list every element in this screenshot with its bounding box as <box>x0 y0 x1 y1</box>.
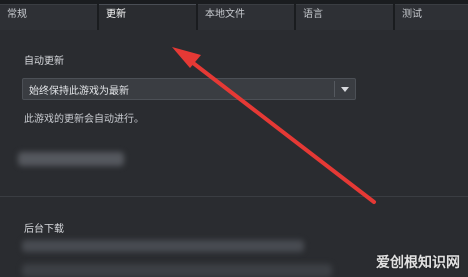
tab-betas[interactable]: 测试 <box>395 4 468 30</box>
background-download-heading: 后台下载 <box>24 224 64 235</box>
blurred-content <box>18 152 124 166</box>
auto-update-select[interactable]: 始终保持此游戏为最新 <box>22 78 356 100</box>
watermark: 爱创根知识网 <box>376 255 460 271</box>
tab-updates[interactable]: 更新 <box>99 4 196 31</box>
section-divider <box>0 196 468 197</box>
chevron-down-icon[interactable] <box>335 79 355 99</box>
steam-properties-window: 常规 更新 本地文件 语言 测试 自动更新 始终保持此游戏为最新 此游戏的更新会… <box>0 0 468 277</box>
auto-update-heading: 自动更新 <box>24 56 64 67</box>
auto-update-value: 始终保持此游戏为最新 <box>29 85 129 97</box>
tab-bar: 常规 更新 本地文件 语言 测试 <box>0 0 468 31</box>
tab-general[interactable]: 常规 <box>0 4 97 30</box>
auto-update-help-text: 此游戏的更新会自动进行。 <box>24 114 144 125</box>
annotation-arrow <box>172 47 376 204</box>
blurred-content <box>22 264 332 277</box>
arrow-icon <box>172 47 376 204</box>
blurred-content <box>22 240 304 252</box>
tab-language[interactable]: 语言 <box>296 4 393 30</box>
tab-local-files[interactable]: 本地文件 <box>198 4 294 30</box>
